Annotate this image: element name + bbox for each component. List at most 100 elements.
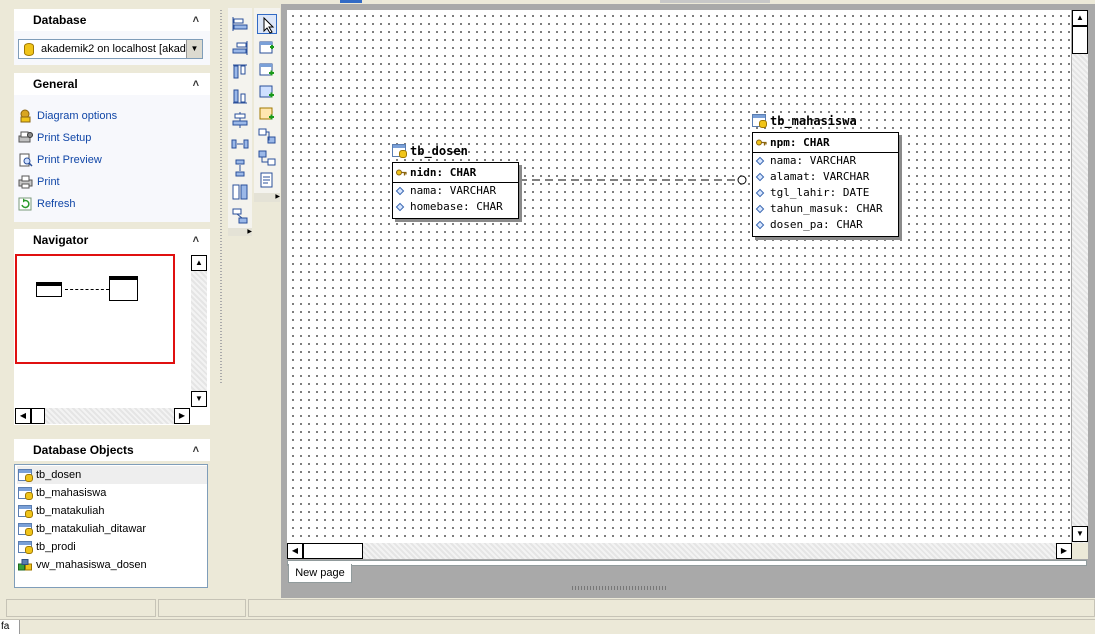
add-comment-button[interactable] [257, 170, 277, 190]
object-item-tb-matakuliah-ditawar[interactable]: tb_matakuliah_ditawar [17, 520, 207, 538]
canvas-vertical-scrollbar[interactable] [1072, 10, 1088, 543]
column-row[interactable]: tahun_masuk: CHAR [753, 201, 898, 217]
add-function-button[interactable] [257, 104, 277, 124]
print-preview-link[interactable]: Print Preview [18, 151, 102, 169]
scroll-up-button[interactable]: ▲ [191, 255, 207, 271]
navigator-panel-header[interactable]: Navigator ˄ [14, 229, 210, 251]
primary-key-row[interactable]: npm: CHAR [753, 133, 898, 153]
align-top-button[interactable] [230, 62, 250, 82]
collapse-chevron-icon[interactable]: ˄ [193, 73, 199, 95]
primary-key-row[interactable]: nidn: CHAR [393, 163, 518, 183]
toolbar-overflow-button[interactable]: ▶ [254, 193, 280, 202]
toolbar-overflow-button[interactable]: ▶ [228, 228, 252, 236]
refresh-label: Refresh [37, 198, 76, 210]
vertical-scrollbar-track[interactable] [191, 271, 207, 391]
table-icon [18, 505, 33, 518]
scroll-right-button[interactable]: ▶ [174, 408, 190, 424]
table-name: tb_dosen [410, 144, 468, 158]
add-procedure-icon [259, 85, 274, 98]
general-panel-header[interactable]: General ˄ [14, 73, 210, 95]
column-row[interactable]: nama: VARCHAR [753, 153, 898, 169]
print-link[interactable]: Print [18, 173, 60, 191]
align-right-button[interactable] [230, 38, 250, 58]
diagram-options-icon [20, 109, 31, 123]
pointer-tool-button[interactable] [257, 14, 277, 34]
add-view-button[interactable] [257, 60, 277, 80]
space-vertical-icon [235, 159, 245, 177]
column-icon [755, 156, 765, 166]
taskbar-item[interactable]: fa [0, 620, 20, 634]
align-bottom-button[interactable] [230, 86, 250, 106]
database-objects-list[interactable]: tb_dosen tb_mahasiswa tb_matakuliah tb_m… [14, 464, 208, 588]
pointer-icon [263, 16, 275, 34]
add-link-button[interactable] [257, 148, 277, 168]
align-left-button[interactable] [230, 14, 250, 34]
database-select[interactable]: akademik2 on localhost [akademik2] ▼ [18, 39, 203, 59]
table-title-tb-dosen[interactable]: tb_dosen [392, 143, 468, 159]
resize-grip[interactable] [572, 586, 668, 590]
column-row[interactable]: tgl_lahir: DATE [753, 185, 898, 201]
database-objects-header[interactable]: Database Objects ˄ [14, 439, 210, 461]
canvas-scroll-down-button[interactable]: ▼ [1072, 526, 1088, 542]
navigator-viewport[interactable] [15, 254, 175, 364]
object-item-tb-mahasiswa[interactable]: tb_mahasiswa [17, 484, 207, 502]
column-row[interactable]: alamat: VARCHAR [753, 169, 898, 185]
column-icon [755, 204, 765, 214]
arrange-button[interactable] [230, 206, 250, 226]
panel-splitter[interactable] [220, 10, 222, 385]
database-panel-header[interactable]: Database ˄ [14, 9, 210, 31]
link-icon [258, 150, 276, 166]
table-title-tb-mahasiswa[interactable]: tb_mahasiswa [752, 113, 857, 129]
add-relation-button[interactable] [257, 126, 277, 146]
column-row[interactable]: dosen_pa: CHAR [753, 217, 898, 233]
general-panel-title: General [33, 77, 78, 91]
mini-relationship [65, 289, 109, 290]
canvas-scroll-right-button[interactable]: ▶ [1056, 543, 1072, 559]
align-center-button[interactable] [230, 110, 250, 130]
add-procedure-button[interactable] [257, 82, 277, 102]
collapse-chevron-icon[interactable]: ˄ [193, 229, 199, 251]
object-label: tb_matakuliah_ditawar [36, 523, 147, 535]
horizontal-scrollbar-track[interactable] [45, 408, 174, 424]
column-label: nama: VARCHAR [770, 154, 857, 167]
column-icon [395, 186, 405, 196]
same-size-button[interactable] [230, 182, 250, 202]
diagram-options-link[interactable]: Diagram options [18, 107, 117, 125]
add-table-button[interactable] [257, 38, 277, 58]
column-label: alamat: VARCHAR [770, 170, 870, 183]
print-setup-link[interactable]: Print Setup [18, 129, 91, 147]
space-horizontal-button[interactable] [230, 134, 250, 154]
database-icon [24, 43, 34, 56]
column-label: dosen_pa: CHAR [770, 218, 863, 231]
diagram-canvas[interactable] [287, 10, 1071, 543]
space-vertical-button[interactable] [230, 158, 250, 178]
canvas-vertical-thumb[interactable] [1072, 26, 1088, 54]
printer-icon [18, 175, 33, 189]
canvas-horizontal-scrollbar[interactable] [287, 543, 1072, 559]
entity-tb-dosen[interactable]: nidn: CHAR nama: VARCHAR homebase: CHAR [392, 162, 519, 219]
refresh-link[interactable]: Refresh [18, 195, 76, 213]
database-select-value: akademik2 on localhost [akademik2] [41, 43, 203, 55]
column-icon [755, 172, 765, 182]
tab-new-page[interactable]: New page [288, 564, 352, 583]
object-item-tb-matakuliah[interactable]: tb_matakuliah [17, 502, 207, 520]
object-item-tb-prodi[interactable]: tb_prodi [17, 538, 207, 556]
collapse-chevron-icon[interactable]: ˄ [193, 9, 199, 31]
scroll-down-button[interactable]: ▼ [191, 391, 207, 407]
object-item-tb-dosen[interactable]: tb_dosen [17, 466, 207, 484]
entity-tb-mahasiswa[interactable]: npm: CHAR nama: VARCHAR alamat: VARCHAR … [752, 132, 899, 237]
scroll-left-button[interactable]: ◀ [15, 408, 31, 424]
dropdown-arrow-icon[interactable]: ▼ [186, 40, 202, 58]
horizontal-scroll-thumb[interactable] [31, 408, 45, 424]
collapse-chevron-icon[interactable]: ˄ [193, 439, 199, 461]
canvas-scroll-up-button[interactable]: ▲ [1072, 10, 1088, 26]
relationship-line[interactable] [519, 172, 751, 188]
object-item-vw-mahasiswa-dosen[interactable]: vw_mahasiswa_dosen [17, 556, 207, 574]
column-row[interactable]: nama: VARCHAR [393, 183, 518, 199]
navigator-panel-title: Navigator [33, 233, 89, 247]
canvas-horizontal-thumb[interactable] [303, 543, 363, 559]
align-right-icon [232, 41, 248, 55]
column-row[interactable]: homebase: CHAR [393, 199, 518, 215]
print-preview-icon [19, 153, 33, 167]
canvas-scroll-left-button[interactable]: ◀ [287, 543, 303, 559]
